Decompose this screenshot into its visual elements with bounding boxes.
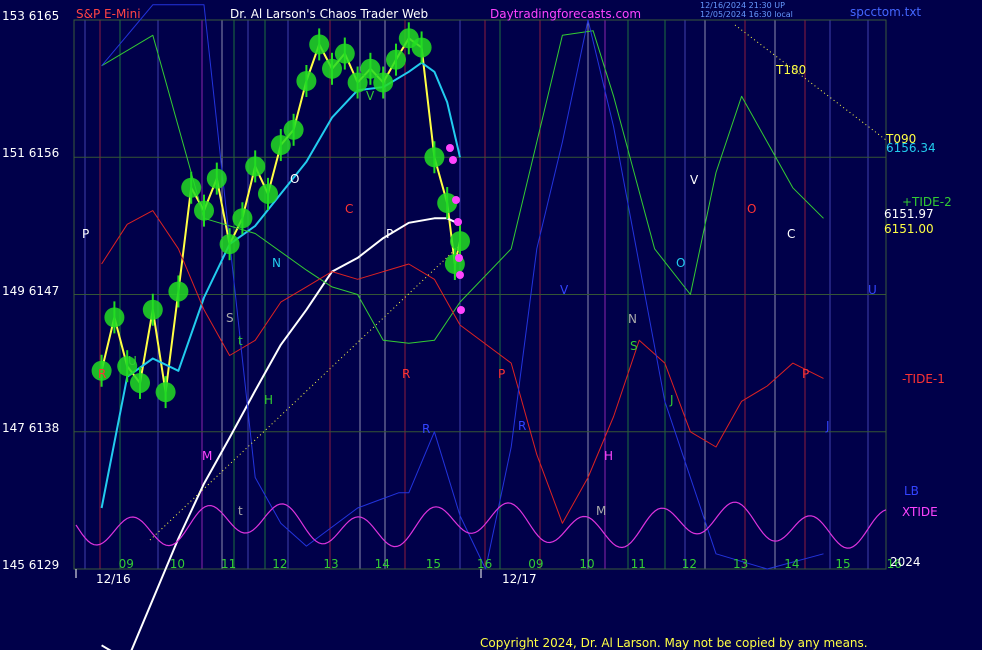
annotation-25: V xyxy=(560,283,569,297)
label-value-b: 6151.00 xyxy=(884,222,934,236)
annotation-6: N xyxy=(272,256,281,270)
y-label-2: 151 6156 xyxy=(2,146,59,160)
annotation-30: T180 xyxy=(775,63,806,77)
annotation-23: P xyxy=(802,367,809,381)
timestamp-1: 12/16/2024 21:30 UP xyxy=(700,1,785,10)
label-value-a: 6151.97 xyxy=(884,207,934,221)
timestamp-2: 12/05/2024 16:30 local xyxy=(700,10,793,19)
hour-tick-10: 11 xyxy=(631,557,646,571)
annotation-22: C xyxy=(787,227,795,241)
label-t090-value: 6156.34 xyxy=(886,141,936,155)
date-label-2: 12/17 xyxy=(502,572,537,586)
annotation-19: M xyxy=(596,504,606,518)
y-label-3: 149 6147 xyxy=(2,284,59,298)
label-xtide: XTIDE xyxy=(902,505,938,519)
year-label: 2024 xyxy=(890,555,921,569)
annotation-9: P xyxy=(386,227,393,241)
copyright: Copyright 2024, Dr. Al Larson. May not b… xyxy=(480,636,868,650)
annotation-1: R xyxy=(98,367,106,381)
chart-background xyxy=(0,0,982,650)
annotation-21: O xyxy=(747,202,756,216)
instrument-title: S&P E-Mini xyxy=(76,7,141,21)
site-url: Daytradingforecasts.com xyxy=(490,7,641,21)
annotation-15: N xyxy=(628,312,637,326)
hour-tick-6: 15 xyxy=(426,557,441,571)
annotation-7: C xyxy=(345,202,353,216)
annotation-18: H xyxy=(604,449,613,463)
hour-tick-4: 13 xyxy=(323,557,338,571)
annotation-29: V xyxy=(366,89,375,103)
annotation-4: t xyxy=(238,504,243,518)
price-dot-2 xyxy=(452,196,460,204)
annotation-26: U xyxy=(868,283,877,297)
hour-tick-12: 13 xyxy=(733,557,748,571)
hour-tick-3: 12 xyxy=(272,557,287,571)
annotation-10: R xyxy=(402,367,410,381)
y-label-4: 147 6138 xyxy=(2,421,59,435)
annotation-3: S xyxy=(226,311,234,325)
annotation-20: t xyxy=(238,334,243,348)
annotation-2: M xyxy=(202,449,212,463)
annotation-27: U xyxy=(128,354,137,368)
hour-tick-13: 14 xyxy=(784,557,799,571)
price-dot-4 xyxy=(455,254,463,262)
date-label-1: 12/16 xyxy=(96,572,131,586)
price-dot-5 xyxy=(456,271,464,279)
hour-tick-0: 09 xyxy=(119,557,134,571)
hour-tick-14: 15 xyxy=(835,557,850,571)
hour-tick-7: 16 xyxy=(477,557,492,571)
annotation-17: J xyxy=(669,393,674,407)
annotation-11: P xyxy=(498,367,505,381)
y-label-5: 145 6129 xyxy=(2,558,59,572)
annotation-16: S xyxy=(630,339,638,353)
chart: 153 6165 151 6156 149 6147 147 6138 145 … xyxy=(0,0,982,650)
annotation-14: O xyxy=(676,256,685,270)
file-name: spcctom.txt xyxy=(850,5,921,19)
y-label-1: 153 6165 xyxy=(2,9,59,23)
price-dot-0 xyxy=(446,144,454,152)
annotation-12: R xyxy=(518,419,526,433)
price-dot-6 xyxy=(457,306,465,314)
annotation-28: J xyxy=(825,419,830,433)
annotation-8: O xyxy=(290,172,299,186)
price-dot-3 xyxy=(454,218,462,226)
site-title: Dr. Al Larson's Chaos Trader Web xyxy=(230,7,428,21)
hour-tick-1: 10 xyxy=(170,557,185,571)
annotation-24: R xyxy=(422,422,430,436)
annotation-13: V xyxy=(690,173,699,187)
annotation-5: H xyxy=(264,393,273,407)
annotation-0: P xyxy=(82,227,89,241)
price-dot-1 xyxy=(449,156,457,164)
hour-tick-8: 09 xyxy=(528,557,543,571)
hour-tick-11: 12 xyxy=(682,557,697,571)
hour-tick-2: 11 xyxy=(221,557,236,571)
label-lb: LB xyxy=(904,484,919,498)
hour-tick-5: 14 xyxy=(375,557,390,571)
hour-tick-9: 10 xyxy=(579,557,594,571)
label-tide-minus1: -TIDE-1 xyxy=(902,372,945,386)
